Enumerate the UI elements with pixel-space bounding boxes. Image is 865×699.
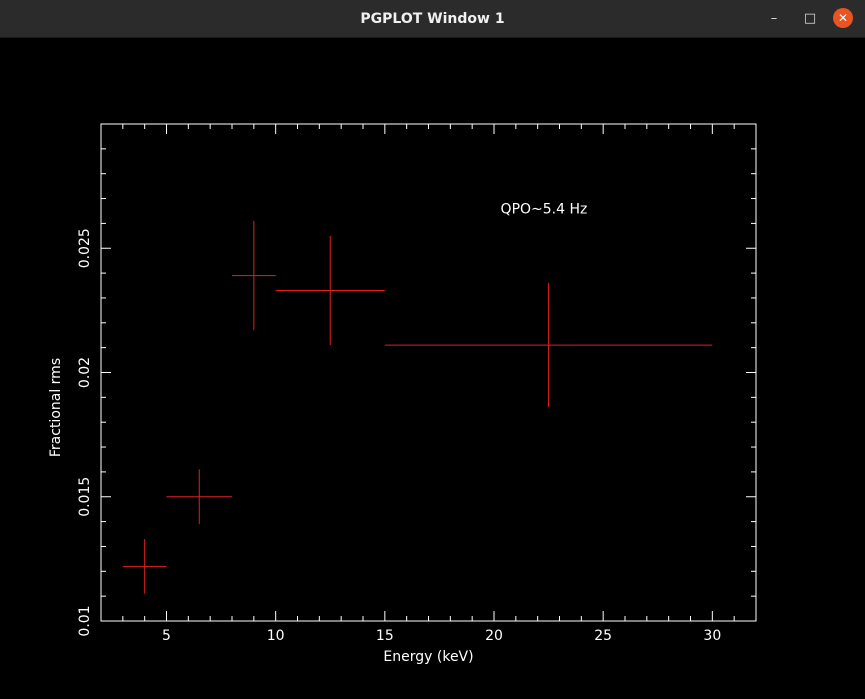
- x-tick-label: 25: [594, 628, 612, 644]
- close-icon[interactable]: ✕: [833, 8, 853, 28]
- plot-canvas: 5 10 15 20 25 30 0.01 0.015 0.02 0.025 Energy (ke…: [0, 38, 865, 695]
- x-tick-label: 5: [162, 628, 171, 644]
- minimize-icon[interactable]: –: [764, 8, 784, 28]
- data-point: [275, 235, 385, 346]
- title-bar[interactable]: PGPLOT Window 1 – □ ✕: [0, 0, 865, 38]
- x-tick-label: 30: [703, 628, 721, 644]
- window-title: PGPLOT Window 1: [360, 10, 505, 27]
- data-points: [122, 220, 713, 594]
- y-tick-label: 0.015: [77, 477, 93, 517]
- x-axis-label: Energy (keV): [383, 649, 473, 665]
- chart: 5 10 15 20 25 30 0.01 0.015 0.02 0.025 Energy (ke…: [48, 123, 757, 665]
- y-tick-label: 0.01: [77, 605, 93, 636]
- data-point: [232, 220, 276, 331]
- data-point: [166, 469, 232, 525]
- y-axis-label: Fractional rms: [48, 358, 64, 457]
- data-point: [122, 538, 167, 594]
- axis-tick-labels: 5 10 15 20 25 30 0.01 0.015 0.02 0.025: [77, 228, 721, 644]
- y-tick-label: 0.02: [77, 357, 93, 388]
- qpo-annotation: QPO~5.4 Hz: [501, 201, 588, 217]
- x-tick-label: 15: [376, 628, 394, 644]
- data-point: [384, 283, 713, 408]
- maximize-icon[interactable]: □: [800, 8, 820, 28]
- plot-frame: [100, 123, 757, 622]
- y-tick-label: 0.025: [77, 228, 93, 268]
- axis-ticks: [100, 123, 757, 622]
- x-tick-label: 20: [485, 628, 503, 644]
- x-tick-label: 10: [267, 628, 285, 644]
